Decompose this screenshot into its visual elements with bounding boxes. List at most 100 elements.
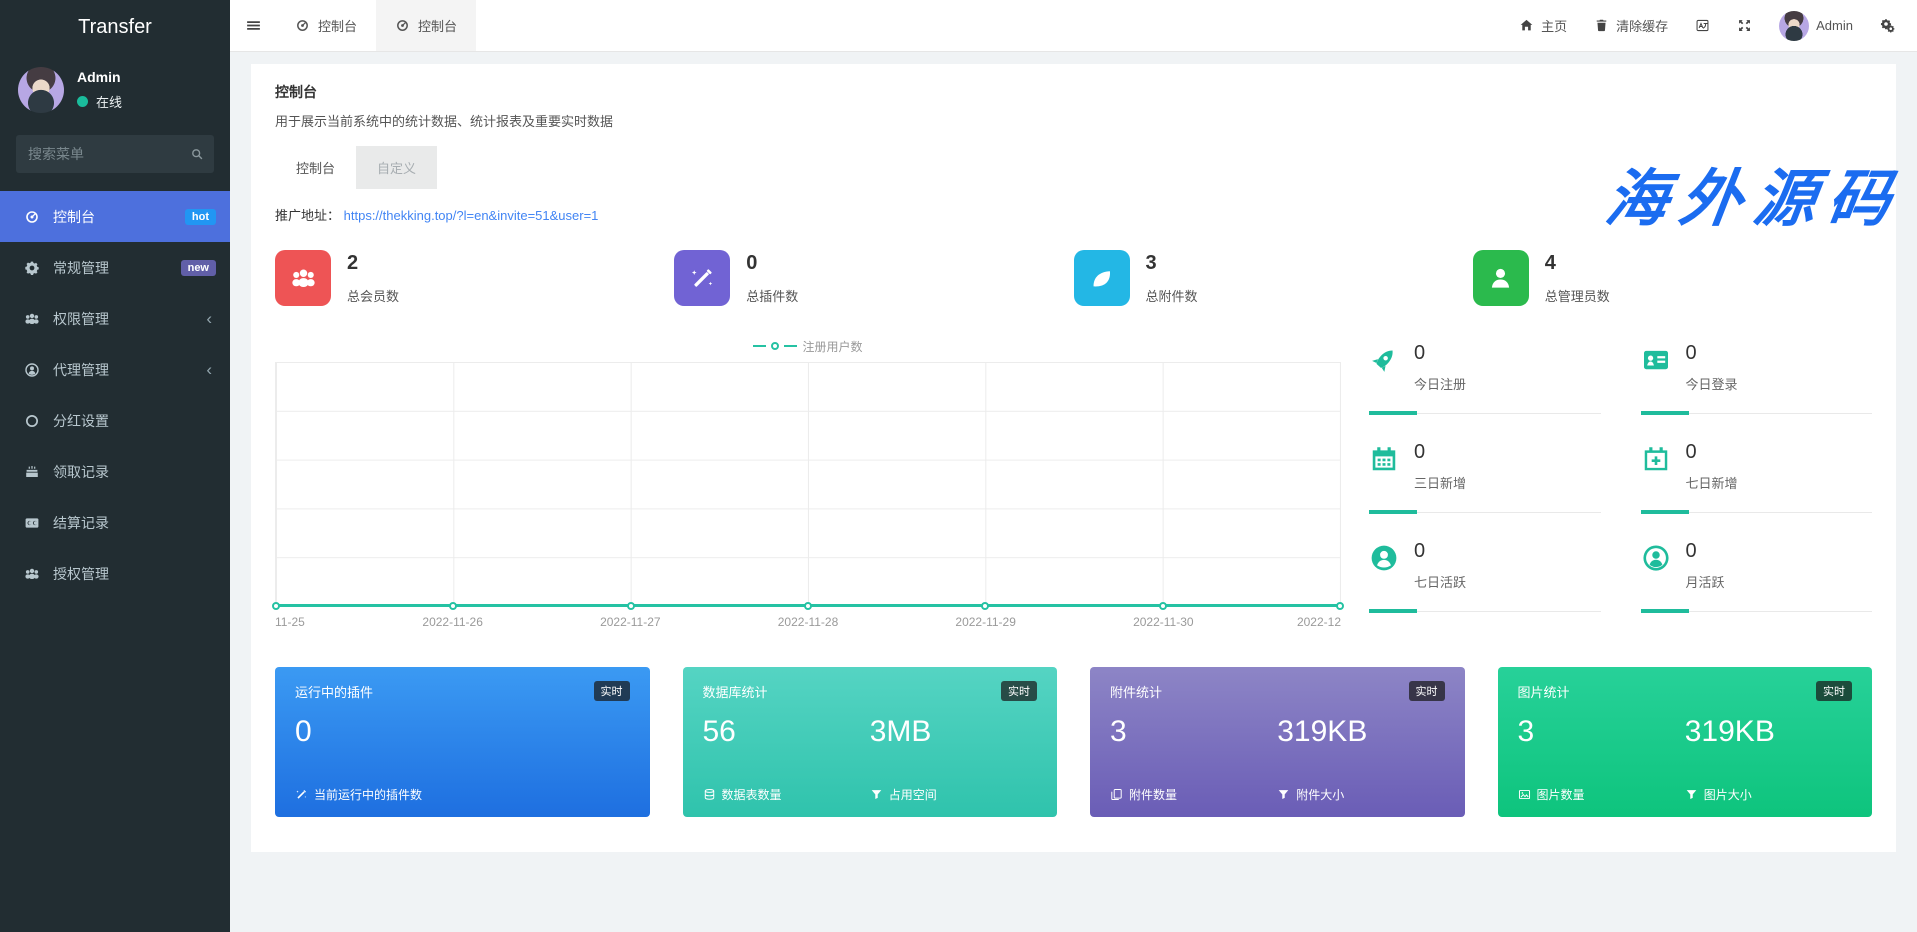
card-metric-label: 图片大小 xyxy=(1685,786,1852,803)
gear-icon xyxy=(24,260,40,276)
stat-icon-box xyxy=(674,250,730,306)
sidebar-item-label: 代理管理 xyxy=(53,360,109,380)
mini-stat-label: 三日新增 xyxy=(1414,473,1466,492)
mini-stat-value: 0 xyxy=(1414,540,1466,563)
users-icon xyxy=(24,566,40,582)
mini-stat-label: 七日新增 xyxy=(1686,473,1738,492)
user-menu[interactable]: Admin xyxy=(1779,11,1853,41)
user-circle-icon xyxy=(24,362,40,378)
topbar-tab-dashboard-2[interactable]: 控制台 xyxy=(376,0,476,51)
chart-marker xyxy=(981,602,989,610)
sidebar-item-permissions[interactable]: 权限管理 ‹ xyxy=(0,293,230,344)
stat-value: 3 xyxy=(1146,252,1198,275)
sidebar-item-label: 常规管理 xyxy=(53,258,109,278)
trash-icon xyxy=(1594,18,1609,33)
sidebar-item-authorization[interactable]: 授权管理 xyxy=(0,548,230,599)
legend-line-icon xyxy=(784,345,797,347)
card-value: 319KB xyxy=(1685,715,1852,749)
magic-wand-icon xyxy=(689,265,716,292)
promo-label: 推广地址： xyxy=(275,208,340,223)
chevron-left-icon: ‹ xyxy=(206,310,216,327)
mini-stat-today-registered: 0 今日注册 xyxy=(1369,342,1601,414)
mini-stat-7day-active: 0 七日活跃 xyxy=(1369,540,1601,612)
panel-tabs: 控制台 自定义 xyxy=(275,146,1872,189)
filter-icon xyxy=(1685,788,1698,801)
card-running-plugins: 运行中的插件 实时 0 当前运行中的插件数 xyxy=(275,667,650,817)
user-circle-icon xyxy=(1369,543,1399,573)
clear-cache-label: 清除缓存 xyxy=(1616,16,1668,35)
database-icon xyxy=(703,788,716,801)
mini-stat-label: 今日注册 xyxy=(1414,374,1466,393)
mini-stat-value: 0 xyxy=(1686,441,1738,464)
home-icon xyxy=(1519,18,1534,33)
chart-x-label: 2022-11-29 xyxy=(955,615,1016,629)
brand-title: Transfer xyxy=(0,0,230,55)
page-subtitle: 用于展示当前系统中的统计数据、统计报表及重要实时数据 xyxy=(275,111,1872,130)
calendar-icon xyxy=(1369,444,1399,474)
stat-value: 2 xyxy=(347,252,399,275)
card-title: 附件统计 xyxy=(1110,682,1162,701)
stat-label: 总附件数 xyxy=(1146,286,1198,305)
promo-line: 推广地址： https://thekking.top/?l=en&invite=… xyxy=(275,205,1872,224)
sidebar-item-agents[interactable]: 代理管理 ‹ xyxy=(0,344,230,395)
realtime-badge: 实时 xyxy=(1001,681,1037,701)
chevron-left-icon: ‹ xyxy=(206,361,216,378)
chart-x-label: 2022-11-28 xyxy=(778,615,839,629)
card-title: 运行中的插件 xyxy=(295,682,373,701)
user-circle-icon xyxy=(1641,543,1671,573)
cc-icon xyxy=(24,515,40,531)
tab-custom[interactable]: 自定义 xyxy=(356,146,437,189)
promo-link[interactable]: https://thekking.top/?l=en&invite=51&use… xyxy=(344,208,599,223)
fullscreen-icon xyxy=(1737,18,1752,33)
new-badge: new xyxy=(181,260,216,276)
dashboard-panel: 控制台 用于展示当前系统中的统计数据、统计报表及重要实时数据 控制台 自定义 推… xyxy=(251,64,1896,852)
content-area: 控制台 用于展示当前系统中的统计数据、统计报表及重要实时数据 控制台 自定义 推… xyxy=(230,52,1917,932)
sidebar-item-settlement[interactable]: 结算记录 xyxy=(0,497,230,548)
topbar: 控制台 控制台 主页 清除缓存 Admin xyxy=(230,0,1917,52)
mini-stat-value: 0 xyxy=(1414,342,1466,365)
realtime-badge: 实时 xyxy=(594,681,630,701)
home-button[interactable]: 主页 xyxy=(1519,16,1567,35)
circle-icon xyxy=(24,413,40,429)
chart-legend[interactable]: 注册用户数 xyxy=(275,336,1341,356)
mini-stat-3day-new: 0 三日新增 xyxy=(1369,441,1601,513)
chart-x-label: 2022-11-27 xyxy=(600,615,661,629)
users-icon xyxy=(290,265,317,292)
stat-value: 0 xyxy=(746,252,798,275)
sidebar-item-claims[interactable]: 领取记录 xyxy=(0,446,230,497)
image-icon xyxy=(1518,788,1531,801)
stat-total-attachments: 3 总附件数 xyxy=(1074,250,1473,306)
sidebar-item-dashboard[interactable]: 控制台 hot xyxy=(0,191,230,242)
topbar-tab-dashboard-1[interactable]: 控制台 xyxy=(276,0,376,51)
topbar-tab-label: 控制台 xyxy=(318,16,357,35)
stat-total-admins: 4 总管理员数 xyxy=(1473,250,1872,306)
hamburger-menu-button[interactable] xyxy=(230,0,276,51)
search-input[interactable] xyxy=(16,135,214,173)
card-metric-label: 图片数量 xyxy=(1518,786,1685,803)
sidebar-item-general[interactable]: 常规管理 new xyxy=(0,242,230,293)
rocket-icon xyxy=(1369,345,1399,375)
stat-icon-box xyxy=(1074,250,1130,306)
search-icon[interactable] xyxy=(189,146,205,162)
language-button[interactable] xyxy=(1695,18,1710,33)
user-status: 在线 xyxy=(77,92,122,111)
cake-icon xyxy=(24,464,40,480)
legend-marker-icon xyxy=(771,342,779,350)
stat-icon-box xyxy=(1473,250,1529,306)
stat-label: 总插件数 xyxy=(746,286,798,305)
copy-icon xyxy=(1110,788,1123,801)
topbar-user-name: Admin xyxy=(1816,18,1853,33)
mini-stats-grid: 0 今日注册 0 今日登录 0 三日新增 xyxy=(1369,336,1872,637)
language-icon xyxy=(1695,18,1710,33)
calendar-plus-icon xyxy=(1641,444,1671,474)
sidebar-item-dividend[interactable]: 分红设置 xyxy=(0,395,230,446)
fullscreen-button[interactable] xyxy=(1737,18,1752,33)
user-name: Admin xyxy=(77,69,122,85)
mini-stat-value: 0 xyxy=(1686,540,1725,563)
settings-button[interactable] xyxy=(1880,18,1895,33)
mini-stat-value: 0 xyxy=(1686,342,1738,365)
clear-cache-button[interactable]: 清除缓存 xyxy=(1594,16,1668,35)
realtime-badge: 实时 xyxy=(1409,681,1445,701)
magic-wand-icon xyxy=(295,788,308,801)
tab-dashboard[interactable]: 控制台 xyxy=(275,146,356,189)
